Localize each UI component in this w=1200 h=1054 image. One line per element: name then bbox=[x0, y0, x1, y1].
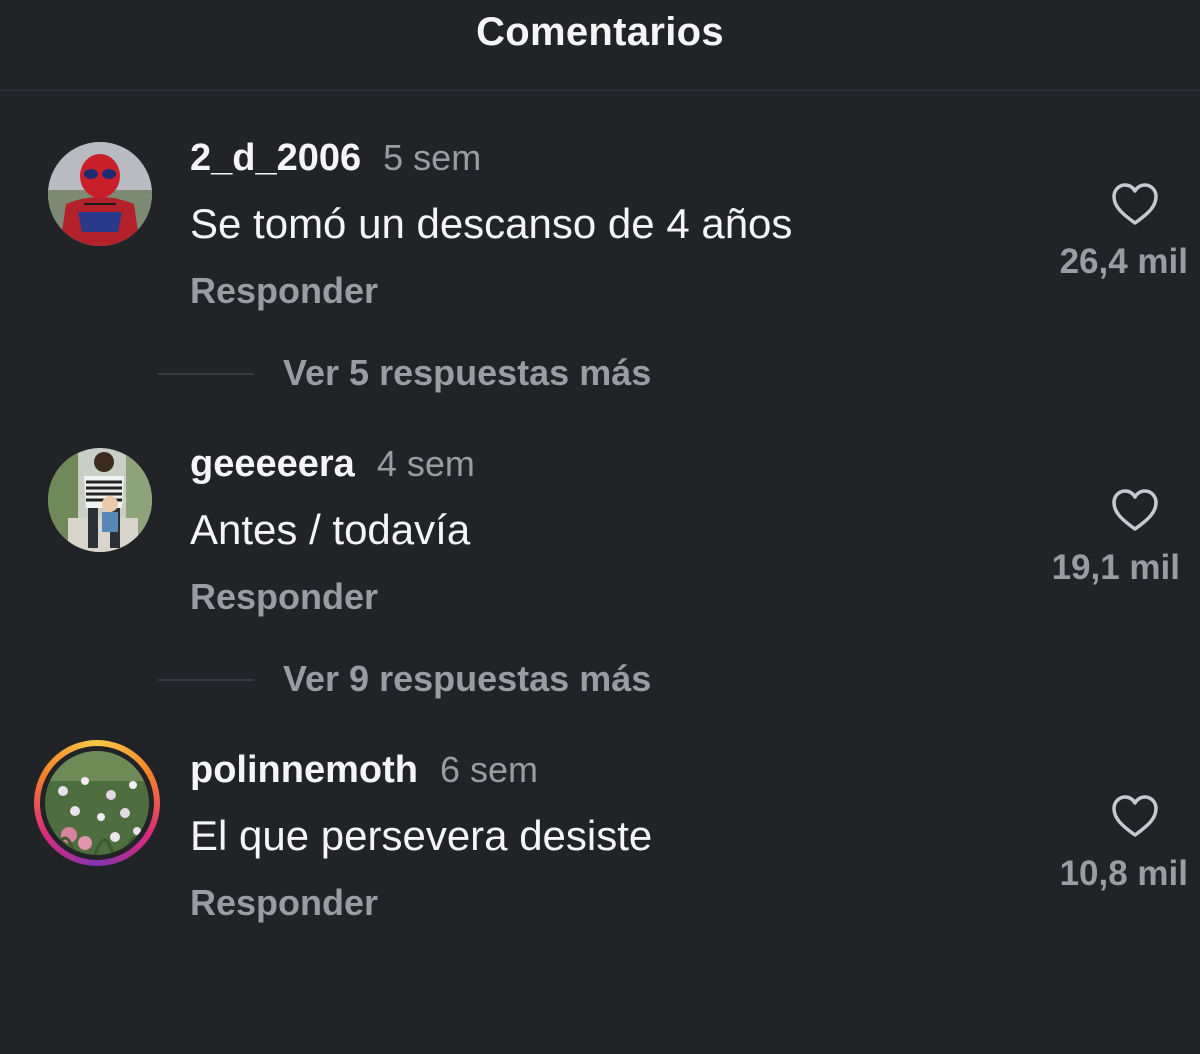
view-more-replies[interactable]: Ver 5 respuestas más bbox=[0, 352, 1200, 402]
replies-divider bbox=[158, 373, 254, 375]
story-ring[interactable] bbox=[34, 740, 160, 866]
reply-button[interactable]: Responder bbox=[190, 882, 378, 924]
timestamp: 6 sem bbox=[439, 749, 539, 790]
avatar[interactable] bbox=[45, 751, 149, 855]
comment-item: polinnemoth 6 sem El que persevera desis… bbox=[0, 740, 1200, 1054]
view-more-replies[interactable]: Ver 9 respuestas más bbox=[0, 658, 1200, 708]
like-area: 26,4 mil bbox=[1020, 182, 1200, 292]
comment-item: 2_d_2006 5 sem Se tomó un descanso de 4 … bbox=[0, 137, 1200, 442]
like-count: 19,1 mil bbox=[1051, 548, 1180, 587]
heart-outline-icon[interactable] bbox=[1111, 794, 1159, 838]
comment-meta: polinnemoth 6 sem bbox=[190, 749, 538, 792]
avatar[interactable] bbox=[48, 448, 152, 552]
username[interactable]: geeeeera bbox=[190, 443, 355, 486]
flowers-avatar-icon bbox=[45, 751, 149, 855]
comment-meta: geeeeera 4 sem bbox=[190, 443, 475, 486]
like-count: 10,8 mil bbox=[1059, 854, 1188, 893]
comment-item: geeeeera 4 sem Antes / todavía Responder… bbox=[0, 443, 1200, 748]
page-title: Comentarios bbox=[476, 10, 724, 54]
replies-divider bbox=[158, 679, 254, 681]
heart-outline-icon[interactable] bbox=[1111, 182, 1159, 226]
comment-text: El que persevera desiste bbox=[190, 812, 653, 859]
reply-button[interactable]: Responder bbox=[190, 576, 378, 618]
like-area: 10,8 mil bbox=[1020, 794, 1200, 904]
comment-meta: 2_d_2006 5 sem bbox=[190, 137, 481, 180]
view-more-replies-label[interactable]: Ver 5 respuestas más bbox=[283, 352, 651, 394]
username[interactable]: polinnemoth bbox=[190, 749, 418, 792]
comment-text: Antes / todavía bbox=[190, 506, 471, 553]
comments-header: Comentarios bbox=[0, 0, 1200, 91]
view-more-replies-label[interactable]: Ver 9 respuestas más bbox=[283, 658, 651, 700]
spiderman-avatar-icon bbox=[48, 142, 152, 246]
comment-text: Se tomó un descanso de 4 años bbox=[190, 200, 793, 247]
like-count: 26,4 mil bbox=[1059, 242, 1188, 281]
like-area: 19,1 mil bbox=[1020, 488, 1200, 598]
heart-outline-icon[interactable] bbox=[1111, 488, 1159, 532]
timestamp: 5 sem bbox=[383, 137, 482, 178]
timestamp: 4 sem bbox=[376, 443, 475, 484]
username[interactable]: 2_d_2006 bbox=[190, 137, 361, 180]
reply-button[interactable]: Responder bbox=[190, 270, 378, 312]
father-child-avatar-icon bbox=[48, 448, 152, 552]
avatar[interactable] bbox=[48, 142, 152, 246]
